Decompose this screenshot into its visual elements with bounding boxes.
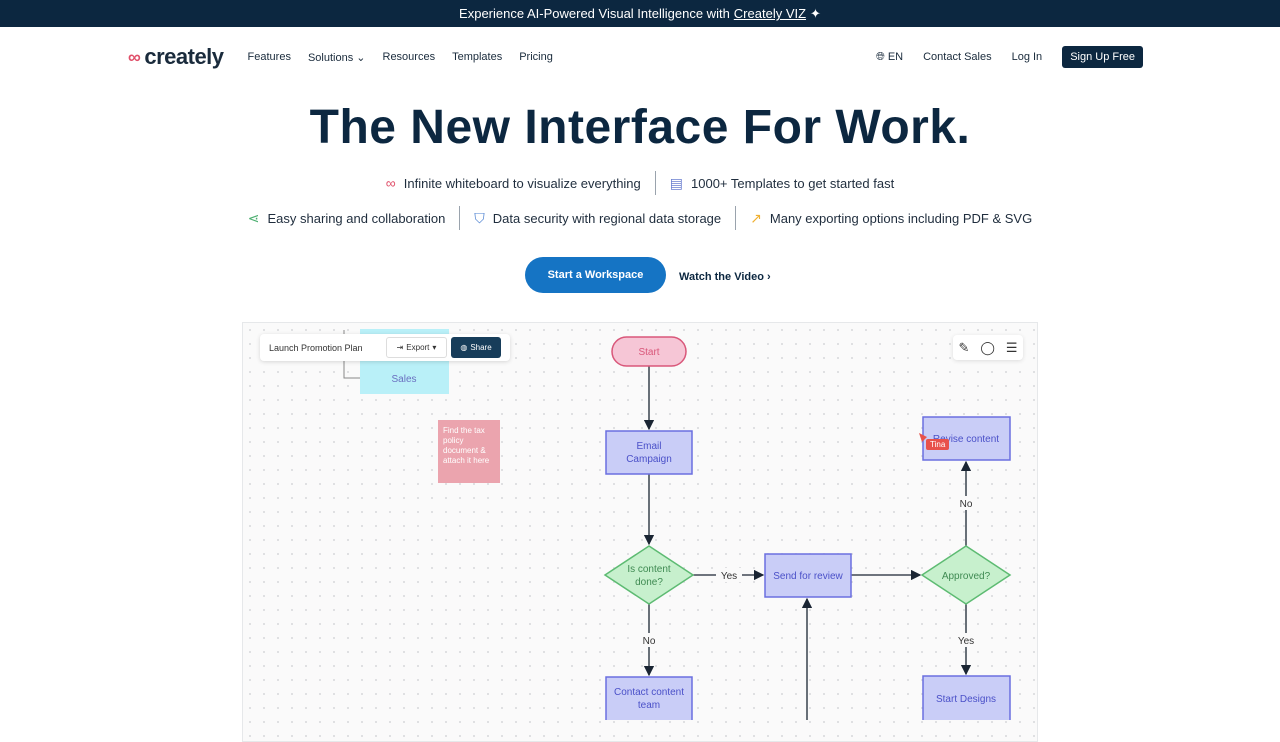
svg-text:Campaign: Campaign — [626, 454, 672, 465]
svg-text:team: team — [638, 700, 660, 711]
sticky-note-text: Find the taxpolicy document &attach it h… — [443, 426, 490, 465]
svg-text:No: No — [960, 499, 973, 510]
email-campaign-node[interactable] — [605, 430, 693, 475]
caret-down-icon: ▾ — [432, 343, 437, 352]
board-toolbar: Launch Promotion Plan ⇥ Export ▾ ◍ Share — [260, 334, 510, 361]
edit-icon[interactable]: ✎ — [958, 340, 969, 356]
export-icon: ⇥ — [396, 343, 404, 352]
svg-text:Send for review: Send for review — [773, 571, 843, 582]
svg-text:Yes: Yes — [721, 571, 737, 582]
svg-text:Email: Email — [636, 441, 661, 452]
svg-text:document &: document & — [443, 446, 486, 455]
share-button[interactable]: ◍ Share — [451, 337, 501, 358]
svg-text:Contact content: Contact content — [614, 687, 684, 698]
svg-text:done?: done? — [635, 577, 663, 588]
svg-text:No: No — [643, 636, 656, 647]
contact-team-node[interactable] — [605, 676, 693, 720]
svg-text:Approved?: Approved? — [942, 571, 991, 582]
svg-text:attach it here: attach it here — [443, 456, 490, 465]
svg-text:Find the tax: Find the tax — [443, 426, 485, 435]
settings-sliders-icon[interactable]: ☰ — [1006, 340, 1018, 356]
flowchart: Sales Find the taxpolicy document &attac… — [343, 329, 1012, 720]
comment-icon[interactable]: ◯ — [980, 340, 995, 356]
is-done-decision[interactable] — [603, 545, 695, 605]
globe-icon: ◍ — [460, 343, 468, 352]
sales-label: Sales — [391, 374, 416, 385]
svg-text:Is content: Is content — [627, 564, 671, 575]
document-title[interactable]: Launch Promotion Plan — [269, 343, 363, 353]
svg-text:Yes: Yes — [958, 636, 974, 647]
collaborator-cursor-label: Tina — [926, 439, 950, 450]
arrows — [643, 366, 972, 720]
svg-text:Start Designs: Start Designs — [936, 694, 996, 705]
right-toolbar: ✎ ◯ ☰ — [953, 335, 1023, 360]
start-label: Start — [638, 347, 659, 358]
export-button[interactable]: ⇥ Export ▾ — [386, 337, 447, 358]
svg-text:policy: policy — [443, 436, 463, 445]
